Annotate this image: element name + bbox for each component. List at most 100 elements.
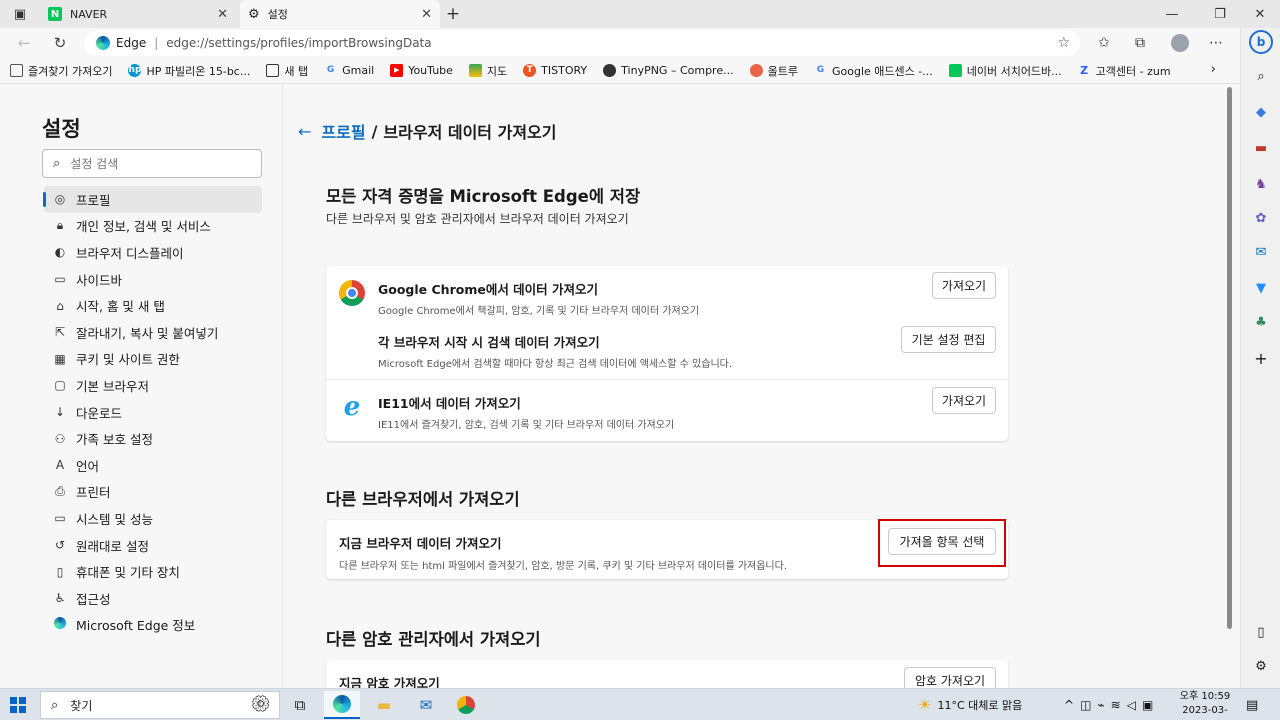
folder-icon <box>10 64 23 77</box>
nav-item-reset[interactable]: ↺ 원래대로 설정 <box>44 532 262 559</box>
collections-icon[interactable]: ⧉ <box>1128 31 1152 55</box>
bing-chat-button[interactable]: b <box>1249 30 1273 54</box>
nav-item-family[interactable]: ⚇ 가족 보호 설정 <box>44 425 262 452</box>
panel-icon[interactable]: ▯ <box>1249 620 1273 644</box>
favorites-icon[interactable]: ✩ <box>1092 31 1116 55</box>
tab-naver[interactable]: N NAVER ✕ <box>40 0 236 28</box>
nav-item-system[interactable]: ▭ 시스템 및 성능 <box>44 505 262 532</box>
nav-item-default-browser[interactable]: ▢ 기본 브라우저 <box>44 372 262 399</box>
tree-icon[interactable]: ♣ <box>1249 310 1273 334</box>
edit-preferences-button[interactable]: 기본 설정 편집 <box>901 326 996 353</box>
close-window-button[interactable]: ✕ <box>1240 0 1280 28</box>
site-icon <box>749 64 763 77</box>
bing-icon: b <box>1249 30 1273 54</box>
favorite-item[interactable]: ▶ YouTube <box>390 64 453 77</box>
notification-icon[interactable]: ▤ <box>1246 689 1258 720</box>
section-subheading: 다른 브라우저 및 암호 관리자에서 브라우저 데이터 가져오기 <box>326 212 629 226</box>
drop-icon[interactable]: ▼ <box>1249 276 1273 300</box>
nav-item-share-copy-paste[interactable]: ⇱ 잘라내기, 복사 및 붙여넣기 <box>44 319 262 346</box>
tag-icon[interactable]: ◆ <box>1249 100 1273 124</box>
network-icon[interactable]: ⌁ <box>1097 698 1110 712</box>
favorite-item[interactable]: Z 고객센터 - zum <box>1078 63 1170 79</box>
breadcrumb-separator: / <box>371 121 378 141</box>
office-icon[interactable]: ✿ <box>1249 206 1273 230</box>
favorite-item[interactable]: 새 탭 <box>266 63 308 79</box>
favorite-item[interactable]: hp HP 파빌리온 15-bc... <box>128 63 250 79</box>
back-arrow-icon[interactable]: ← <box>298 122 311 141</box>
system-tray[interactable]: ^ ◫ ⌁ ≋ ◁ ▣ <box>1064 689 1159 720</box>
nav-item-downloads[interactable]: ↓ 다운로드 <box>44 399 262 426</box>
nav-item-languages[interactable]: A 언어 <box>44 452 262 479</box>
scrollbar[interactable] <box>1224 85 1240 688</box>
close-icon[interactable]: ✕ <box>421 7 432 22</box>
favorite-item[interactable]: TinyPNG – Compre... <box>603 64 734 77</box>
date: 2023-03-30 <box>1182 705 1228 720</box>
file-explorer-icon[interactable]: ▬ <box>366 691 402 719</box>
profile-button[interactable] <box>1168 31 1192 55</box>
section-heading: 다른 브라우저에서 가져오기 <box>326 490 520 509</box>
mail-icon[interactable]: ✉ <box>408 691 444 719</box>
task-view-icon[interactable]: ⧉ <box>282 691 318 719</box>
favorite-item[interactable]: T TISTORY <box>523 64 587 77</box>
breadcrumb-profile-link[interactable]: 프로필 <box>321 119 365 143</box>
sidebar-icon: ▭ <box>54 272 66 287</box>
import-passwords-button[interactable]: 암호 가져오기 <box>904 667 996 688</box>
nav-item-sidebar[interactable]: ▭ 사이드바 <box>44 266 262 293</box>
settings-search-input[interactable]: ⌕ 설정 검색 <box>42 149 262 178</box>
back-button[interactable]: ← <box>12 31 36 55</box>
profile-icon: ◎ <box>54 192 66 207</box>
address-bar[interactable]: Edge | edge://settings/profiles/importBr… <box>84 30 1080 56</box>
nav-item-printers[interactable]: ⎙ 프린터 <box>44 479 262 506</box>
row-title: 지금 암호 가져오기 <box>339 676 440 688</box>
wifi-icon[interactable]: ≋ <box>1111 698 1127 712</box>
minimize-button[interactable]: — <box>1152 0 1192 28</box>
nav-item-accessibility[interactable]: ♿︎ 접근성 <box>44 585 262 612</box>
windows-start-icon[interactable] <box>10 697 26 713</box>
tab-settings[interactable]: ⚙ 설정 ✕ <box>240 0 440 28</box>
tab-title: 설정 <box>267 8 288 21</box>
import-chrome-button[interactable]: 가져오기 <box>932 272 996 299</box>
favorite-item[interactable]: G Google 애드센스 -... <box>814 63 933 79</box>
close-icon[interactable]: ✕ <box>217 7 228 22</box>
refresh-button[interactable]: ↻ <box>48 31 72 55</box>
favorite-item[interactable]: 올트루 <box>749 63 798 79</box>
clock[interactable]: 오후 10:59 2023-03-30 <box>1176 690 1234 720</box>
taskbar-search[interactable]: ⌕ 찾기 🌼︎ <box>40 691 280 719</box>
nav-item-appearance[interactable]: ◐ 브라우저 디스플레이 <box>44 239 262 266</box>
row-desc: 다른 브라우저 또는 html 파일에서 즐겨찾기, 암호, 방문 기록, 쿠키… <box>339 561 787 572</box>
tab-actions-icon[interactable]: ▣ <box>0 0 40 28</box>
camera-icon[interactable]: ◫ <box>1080 698 1097 712</box>
nav-item-phone[interactable]: ▯ 휴대폰 및 기타 장치 <box>44 558 262 585</box>
nav-item-about-edge[interactable]: Microsoft Edge 정보 <box>44 612 262 639</box>
new-tab-button[interactable]: + <box>436 0 470 28</box>
chrome-taskbar-icon[interactable] <box>448 691 484 719</box>
map-icon <box>468 64 482 77</box>
scrollbar-thumb[interactable] <box>1227 87 1232 629</box>
chevron-up-icon[interactable]: ^ <box>1064 698 1080 712</box>
language-indicator-icon[interactable]: ▣ <box>1142 698 1159 712</box>
outlook-icon[interactable]: ✉ <box>1249 240 1273 264</box>
search-icon[interactable]: ⌕ <box>1249 64 1273 88</box>
volume-icon[interactable]: ◁ <box>1127 698 1142 712</box>
edge-taskbar-icon[interactable] <box>324 691 360 719</box>
add-icon[interactable]: + <box>1249 346 1273 370</box>
gear-icon[interactable]: ⚙ <box>1249 654 1273 678</box>
more-menu-icon[interactable]: ⋯ <box>1204 31 1228 55</box>
nav-item-privacy[interactable]: 🔒︎ 개인 정보, 검색 및 서비스 <box>44 213 262 240</box>
favorite-item[interactable]: 지도 <box>468 63 507 79</box>
highlight-box <box>878 519 1006 567</box>
games-icon[interactable]: ♞ <box>1249 172 1273 196</box>
favorite-item[interactable]: 즐겨찾기 가져오기 <box>10 63 112 79</box>
nav-item-cookies[interactable]: ▦ 쿠키 및 사이트 권한 <box>44 346 262 373</box>
import-ie11-button[interactable]: 가져오기 <box>932 387 996 414</box>
weather-widget[interactable]: ☀ 11°C 대체로 맑음 <box>918 689 1022 720</box>
maximize-button[interactable]: ❐ <box>1200 0 1240 28</box>
add-favorite-icon[interactable]: ☆ <box>1057 35 1070 51</box>
chevron-right-icon[interactable]: › <box>1211 62 1216 77</box>
favorite-item[interactable]: 네이버 서치어드바... <box>948 63 1062 79</box>
weather-text: 11°C 대체로 맑음 <box>937 699 1023 712</box>
favorite-item[interactable]: G Gmail <box>324 64 374 77</box>
nav-item-profile[interactable]: ◎ 프로필 <box>43 186 262 213</box>
nav-item-start-home[interactable]: ⌂ 시작, 홈 및 새 탭 <box>44 292 262 319</box>
toolbox-icon[interactable]: ▬ <box>1249 136 1273 160</box>
